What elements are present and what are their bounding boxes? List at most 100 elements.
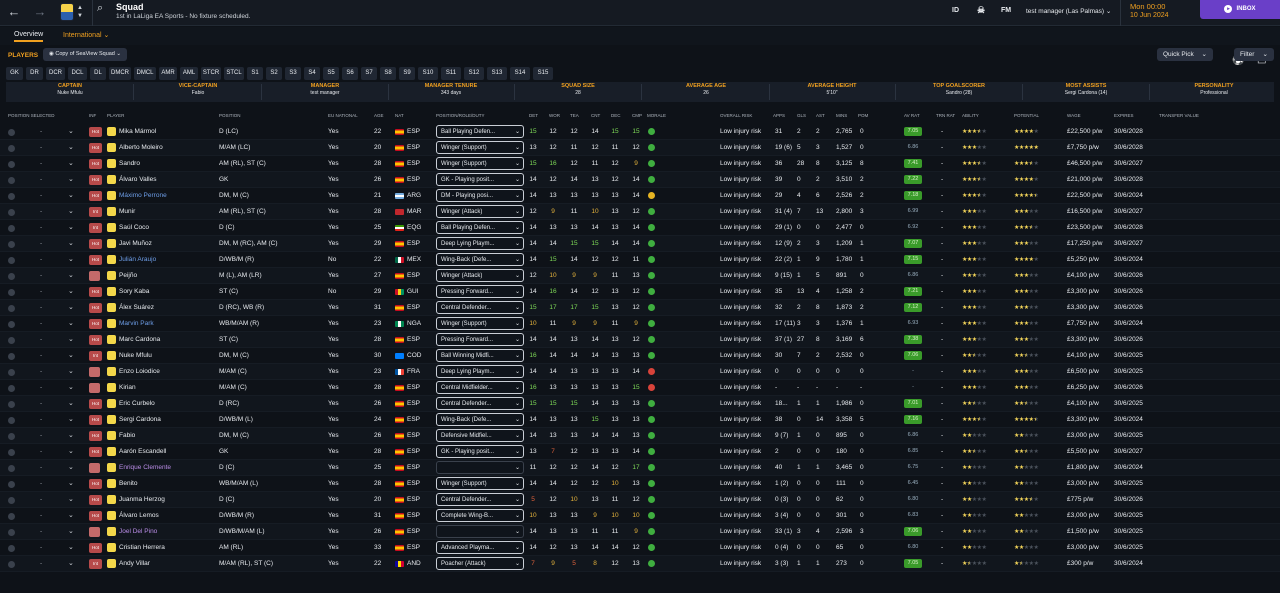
chevron-down-icon[interactable]: ⌄ [68, 255, 74, 263]
table-row[interactable]: - ⌄ Hot Sergi Cardona D/WB/M (L) Yes 24 ESP Wing… [0, 412, 1280, 428]
position-filter-button[interactable]: GK [6, 67, 23, 80]
role-duty-select[interactable]: GK - Playing posit... ⌄ [436, 173, 524, 186]
column-header[interactable]: TRANSFER VALUE [1159, 113, 1199, 118]
inbox-button[interactable]: ▸ INBOX [1200, 0, 1280, 19]
player-name[interactable]: Aarón Escandell [119, 448, 166, 455]
selection-radio[interactable] [8, 513, 15, 520]
chevron-down-icon[interactable]: ⌄ [68, 207, 74, 215]
position-filter-button[interactable]: DCR [46, 67, 65, 80]
selection-radio[interactable] [8, 289, 15, 296]
role-duty-select[interactable]: Central Defender... ⌄ [436, 397, 524, 410]
column-header[interactable]: AV RAT [904, 113, 920, 118]
position-filter-button[interactable]: S10 [418, 67, 438, 80]
table-row[interactable]: - ⌄ Hot Fabio DM, M (C) Yes 26 ESP Defensive Mid… [0, 428, 1280, 444]
position-filter-button[interactable]: DMCR [109, 67, 131, 80]
chevron-down-icon[interactable]: ⌄ [68, 511, 74, 519]
inf-badge[interactable]: Hot [89, 479, 102, 489]
position-filter-button[interactable]: S5 [323, 67, 339, 80]
inf-badge[interactable]: Hot [89, 303, 102, 313]
chevron-down-icon[interactable]: ⌄ [68, 495, 74, 503]
position-filter-button[interactable]: AMR [159, 67, 177, 80]
selection-radio[interactable] [8, 177, 15, 184]
chevron-down-icon[interactable]: ⌄ [68, 127, 74, 135]
position-filter-button[interactable]: DCL [68, 67, 87, 80]
inf-badge[interactable]: Int [89, 223, 102, 233]
position-filter-button[interactable]: S15 [533, 67, 553, 80]
manager-menu[interactable]: test manager (Las Palmas) ⌄ [1026, 7, 1111, 15]
table-row[interactable]: - ⌄ Hot Marvin Park WB/M/AM (R) Yes 23 NGA Winge… [0, 316, 1280, 332]
table-row[interactable]: - ⌄ Hot Mika Mármol D (LC) Yes 22 ESP Ball Playi… [0, 124, 1280, 140]
table-row[interactable]: - ⌄ Int Nuke Mfulu DM, M (C) Yes 30 COD Ball Win… [0, 348, 1280, 364]
selection-radio[interactable] [8, 529, 15, 536]
inf-badge[interactable]: Int [89, 207, 102, 217]
table-row[interactable]: - ⌄ Hot Alberto Moleiro M/AM (LC) Yes 20 ESP Win… [0, 140, 1280, 156]
selection-radio[interactable] [8, 497, 15, 504]
column-header[interactable]: POSITION SELECTED [8, 113, 55, 118]
table-row[interactable]: - ⌄ Enzo Loiodice M/AM (C) Yes 23 FRA Deep Lyin… [0, 364, 1280, 380]
player-name[interactable]: Javi Muñoz [119, 240, 152, 247]
column-header[interactable]: DET [529, 113, 538, 118]
selection-radio[interactable] [8, 353, 15, 360]
table-row[interactable]: - ⌄ Hot Juanma Herzog D (C) Yes 20 ESP Central D… [0, 492, 1280, 508]
role-duty-select[interactable]: Ball Playing Defen... ⌄ [436, 221, 524, 234]
inf-badge[interactable] [89, 367, 100, 377]
selection-radio[interactable] [8, 225, 15, 232]
column-header[interactable]: NAT [395, 113, 404, 118]
role-duty-select[interactable]: Central Defender... ⌄ [436, 301, 524, 314]
position-filter-button[interactable]: S11 [441, 67, 461, 80]
column-header[interactable]: TRN RAT [936, 113, 955, 118]
selection-radio[interactable] [8, 433, 15, 440]
chevron-down-icon[interactable]: ⌄ [68, 159, 74, 167]
player-name[interactable]: Sory Kaba [119, 288, 149, 295]
inf-badge[interactable] [89, 383, 100, 393]
table-row[interactable]: - ⌄ Enrique Clemente D (C) Yes 25 ESP ⌄ 11 12 12 14… [0, 460, 1280, 476]
summary-value[interactable]: Fabio [138, 90, 258, 97]
position-filter-button[interactable]: S9 [399, 67, 415, 80]
selection-radio[interactable] [8, 465, 15, 472]
position-filter-button[interactable]: S2 [266, 67, 282, 80]
role-duty-select[interactable]: Winger (Support) ⌄ [436, 477, 524, 490]
role-duty-select[interactable]: Poacher (Attack) ⌄ [436, 557, 524, 570]
column-header[interactable]: MINS [836, 113, 847, 118]
selection-radio[interactable] [8, 545, 15, 552]
table-row[interactable]: - ⌄ Peijño M (L), AM (LR) Yes 27 ESP Winger (At… [0, 268, 1280, 284]
inf-badge[interactable] [89, 463, 100, 473]
position-filter-button[interactable]: S4 [304, 67, 320, 80]
role-duty-select[interactable]: GK - Playing posit... ⌄ [436, 445, 524, 458]
role-duty-select[interactable]: Winger (Support) ⌄ [436, 317, 524, 330]
selection-radio[interactable] [8, 481, 15, 488]
club-badge-icon[interactable] [60, 3, 74, 21]
position-filter-button[interactable]: S14 [510, 67, 530, 80]
filter-button[interactable]: Filter ⌄ [1234, 48, 1274, 61]
role-duty-select[interactable]: Winger (Attack) ⌄ [436, 205, 524, 218]
table-row[interactable]: - ⌄ Int Saúl Coco D (C) Yes 25 EQG Ball Playing … [0, 220, 1280, 236]
inf-badge[interactable]: Hot [89, 543, 102, 553]
inf-badge[interactable]: Hot [89, 511, 102, 521]
player-name[interactable]: Julián Araujo [119, 256, 156, 263]
position-filter-button[interactable]: S7 [361, 67, 377, 80]
chevron-down-icon[interactable]: ⌄ [68, 447, 74, 455]
table-row[interactable]: - ⌄ Hot Javi Muñoz DM, M (RC), AM (C) Yes 29 ES… [0, 236, 1280, 252]
role-duty-select[interactable]: Winger (Support) ⌄ [436, 141, 524, 154]
chevron-down-icon[interactable]: ⌄ [68, 191, 74, 199]
selection-radio[interactable] [8, 209, 15, 216]
table-row[interactable]: - ⌄ Kirian M/AM (C) Yes 28 ESP Central Midfield… [0, 380, 1280, 396]
player-name[interactable]: Andy Villar [119, 560, 150, 567]
role-duty-select[interactable]: Wing-Back (Defe... ⌄ [436, 413, 524, 426]
column-header[interactable]: ABILITY [962, 113, 979, 118]
role-duty-select[interactable]: Winger (Attack) ⌄ [436, 269, 524, 282]
chevron-down-icon[interactable]: ⌄ [68, 367, 74, 375]
role-duty-select[interactable]: Pressing Forward... ⌄ [436, 333, 524, 346]
selection-radio[interactable] [8, 321, 15, 328]
tab-international[interactable]: International ⌄ [63, 31, 109, 39]
column-header[interactable]: APPS [773, 113, 785, 118]
position-filter-button[interactable]: S12 [464, 67, 484, 80]
table-row[interactable]: - ⌄ Hot Álvaro Valles GK Yes 26 ESP GK - Playing… [0, 172, 1280, 188]
inf-badge[interactable]: Hot [89, 447, 102, 457]
player-name[interactable]: Saúl Coco [119, 224, 149, 231]
role-duty-select[interactable]: Deep Lying Playm... ⌄ [436, 365, 524, 378]
position-filter-button[interactable]: S1 [247, 67, 263, 80]
column-header[interactable]: WAGE [1067, 113, 1081, 118]
search-icon[interactable]: ⌕ [97, 2, 111, 16]
role-duty-select[interactable]: DM - Playing posi... ⌄ [436, 189, 524, 202]
